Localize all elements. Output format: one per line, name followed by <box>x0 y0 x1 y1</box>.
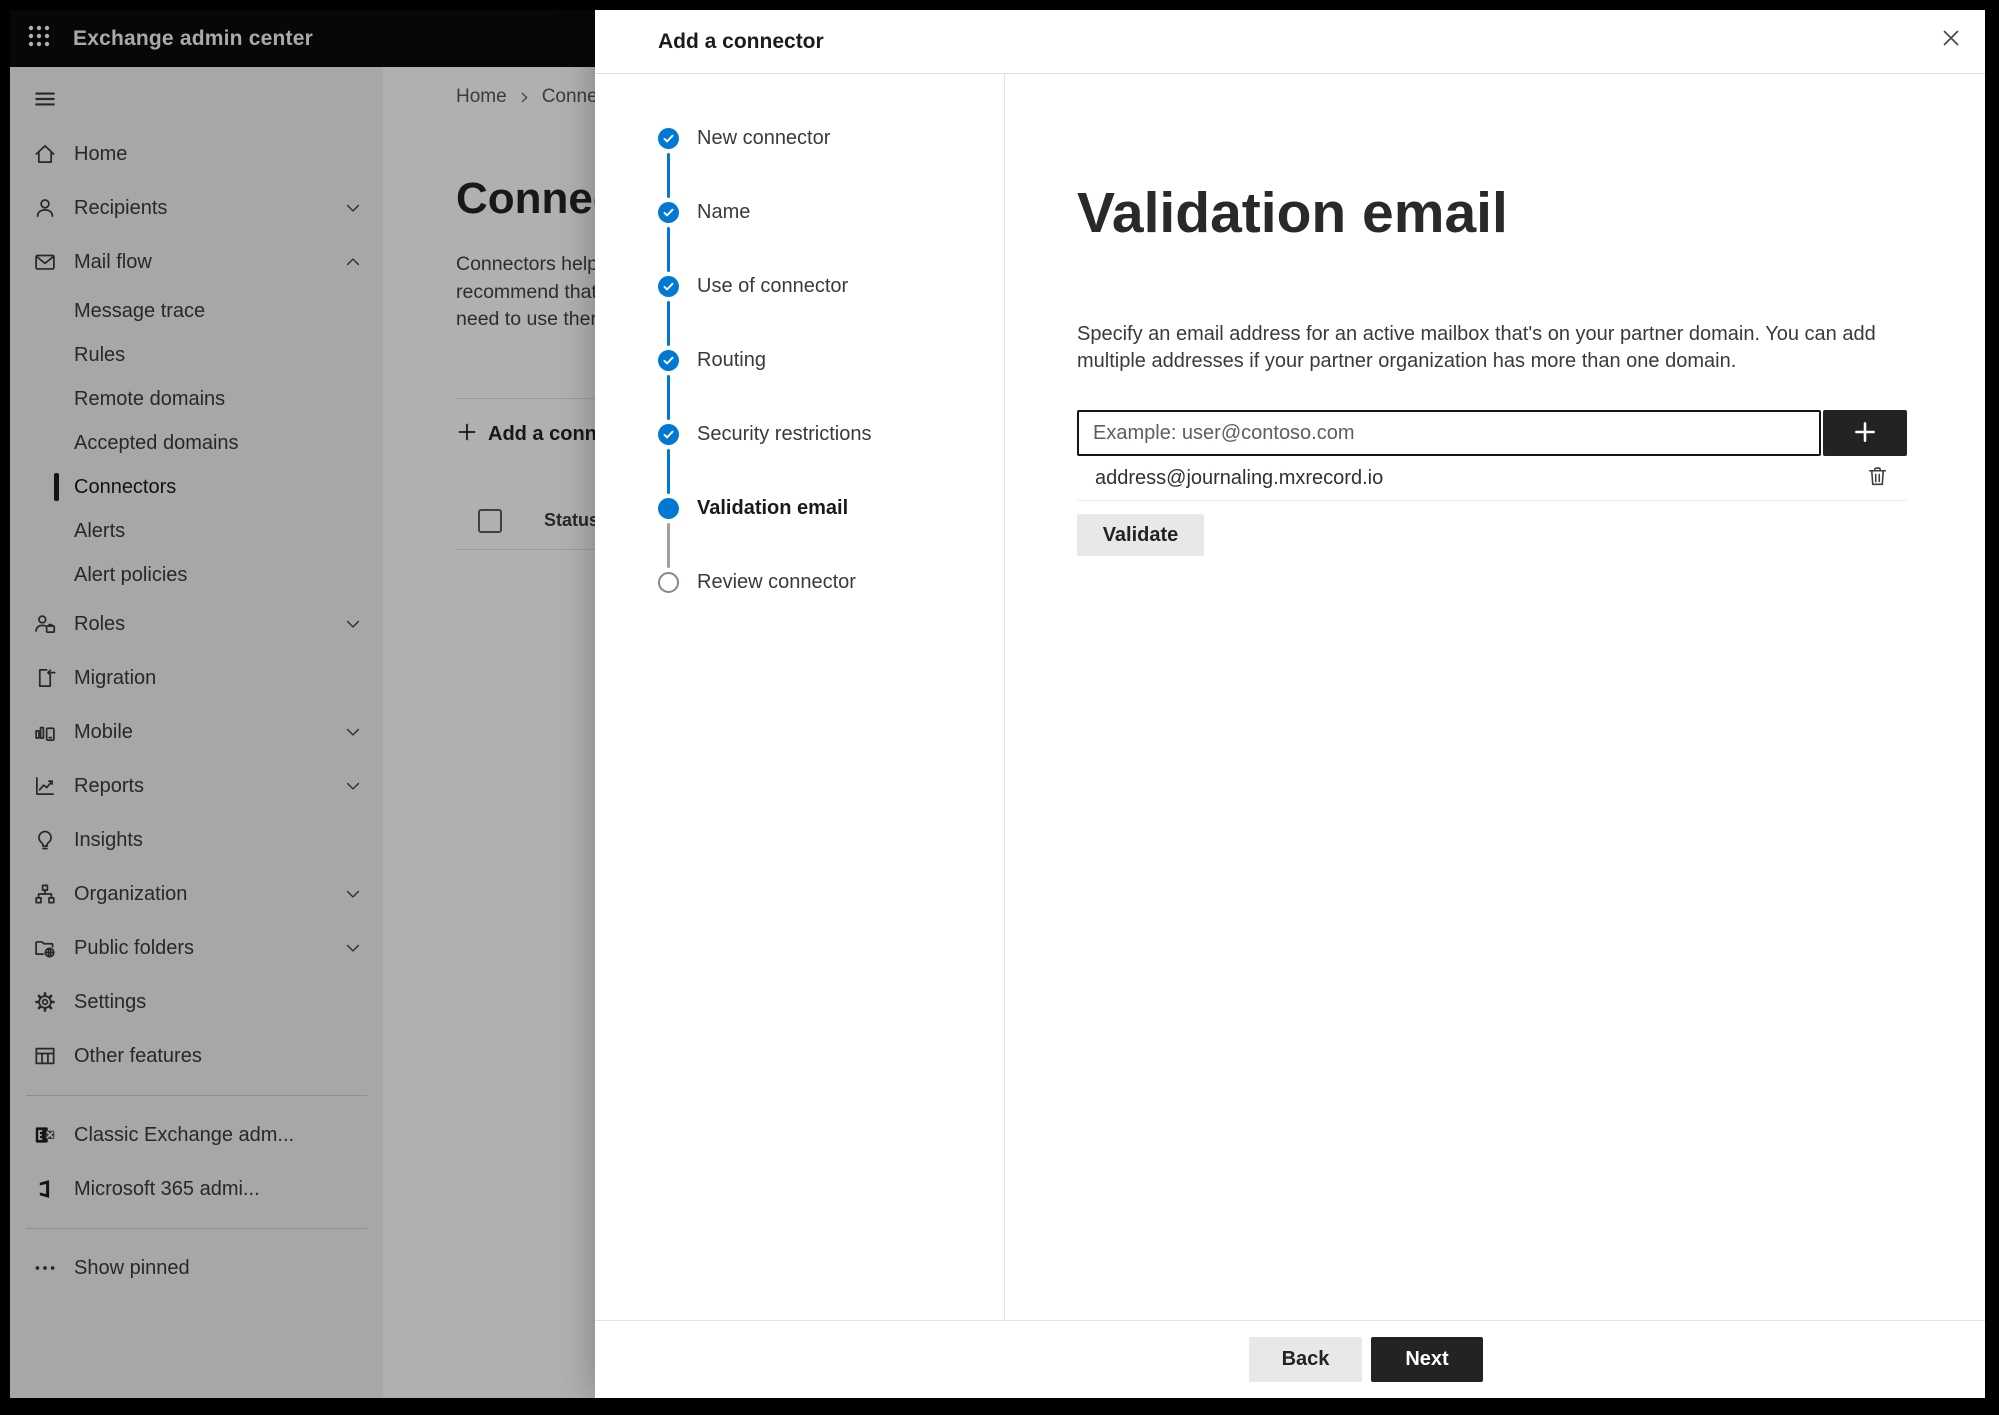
panel-footer: Back Next <box>595 1320 1985 1398</box>
wizard-step-label: Review connector <box>697 571 856 593</box>
wizard-steps: New connector Name Use of connector Routing… <box>595 74 1005 1320</box>
validate-button[interactable]: Validate <box>1077 514 1204 557</box>
step-todo-icon <box>658 572 679 593</box>
step-connector <box>666 523 671 568</box>
panel-title: Add a connector <box>658 29 824 53</box>
wizard-step-label: Name <box>697 201 751 223</box>
step-connector <box>666 449 671 494</box>
step-check-icon <box>658 350 679 371</box>
step-check-icon <box>658 202 679 223</box>
wizard-step-label: Validation email <box>697 497 849 519</box>
step-check-icon <box>658 424 679 445</box>
step-connector <box>666 153 671 198</box>
step-current-icon <box>658 498 679 519</box>
trash-icon <box>1865 464 1890 492</box>
added-email-address: address@journaling.mxrecord.io <box>1095 466 1384 489</box>
wizard-step-use-of-connector: Use of connector <box>658 276 1004 350</box>
back-button[interactable]: Back <box>1249 1337 1362 1382</box>
added-email-row: address@journaling.mxrecord.io <box>1077 456 1907 502</box>
step-connector <box>666 301 671 346</box>
wizard-step-new-connector: New connector <box>658 128 1004 202</box>
step-heading: Validation email <box>1077 181 1508 245</box>
step-connector <box>666 227 671 272</box>
wizard-step-label: New connector <box>697 127 831 149</box>
wizard-step-validation-email: Validation email <box>658 498 1004 572</box>
wizard-step-security-restrictions: Security restrictions <box>658 424 1004 498</box>
wizard-content: Validation email Specify an email addres… <box>1005 74 1985 1320</box>
close-button[interactable] <box>1933 22 1969 58</box>
wizard-step-label: Routing <box>697 349 766 371</box>
wizard-step-label: Security restrictions <box>697 423 872 445</box>
add-email-button[interactable] <box>1823 410 1907 457</box>
wizard-step-review-connector: Review connector <box>658 572 1004 646</box>
next-button[interactable]: Next <box>1371 1337 1483 1382</box>
app-window: Exchange admin center Home Recipients Mail… <box>10 10 1985 1398</box>
step-check-icon <box>658 276 679 297</box>
delete-email-button[interactable] <box>1861 462 1893 494</box>
panel-header: Add a connector <box>595 10 1985 74</box>
wizard-step-routing: Routing <box>658 350 1004 424</box>
wizard-step-name: Name <box>658 202 1004 276</box>
close-icon <box>1941 28 1961 53</box>
add-connector-panel: Add a connector New connector Name Use of … <box>595 10 1985 1398</box>
validation-email-input[interactable] <box>1077 410 1821 457</box>
step-connector <box>666 375 671 420</box>
step-description: Specify an email address for an active m… <box>1077 323 1876 372</box>
plus-icon <box>1850 417 1880 450</box>
added-email-list: address@journaling.mxrecord.io <box>1077 456 1907 502</box>
step-check-icon <box>658 128 679 149</box>
wizard-step-label: Use of connector <box>697 275 849 297</box>
